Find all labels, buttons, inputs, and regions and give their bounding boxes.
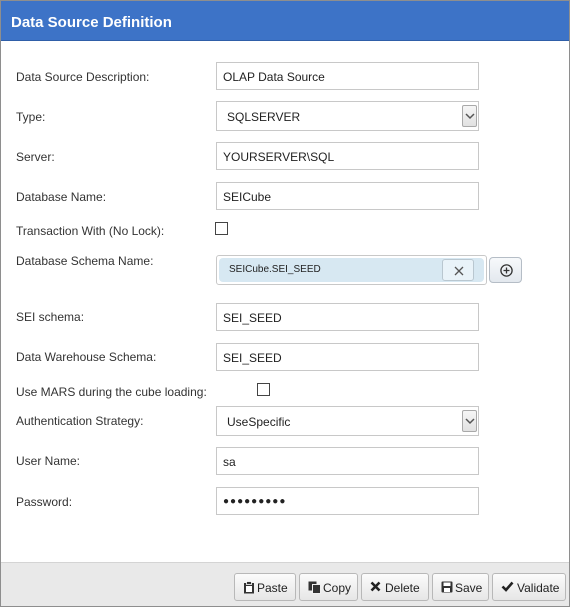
username-input[interactable]: sa xyxy=(216,447,479,475)
schema-tag-input[interactable]: SEICube.SEI_SEED xyxy=(216,255,487,285)
copy-button[interactable]: Copy xyxy=(299,573,358,601)
server-label: Server: xyxy=(16,150,55,164)
chevron-down-icon[interactable] xyxy=(462,410,477,432)
username-label: User Name: xyxy=(16,454,81,468)
server-input[interactable]: YOURSERVER\SQL xyxy=(216,142,479,170)
check-icon xyxy=(501,581,514,592)
copy-icon xyxy=(308,581,321,594)
description-input[interactable]: OLAP Data Source xyxy=(216,62,479,90)
auth-label: Authentication Strategy: xyxy=(16,414,144,428)
type-select-value: SQLSERVER xyxy=(227,110,301,124)
mars-checkbox[interactable] xyxy=(257,383,270,396)
validate-button[interactable]: Validate xyxy=(492,573,566,601)
save-label: Save xyxy=(455,581,483,595)
dialog-title: Data Source Definition xyxy=(11,14,172,31)
nolock-checkbox[interactable] xyxy=(215,222,228,235)
auth-select[interactable]: UseSpecific xyxy=(216,406,479,436)
clipboard-icon xyxy=(244,581,254,594)
mars-label: Use MARS during the cube loading: xyxy=(16,385,207,399)
schema-label: Database Schema Name: xyxy=(16,254,154,268)
title-bar: Data Source Definition xyxy=(1,1,569,41)
plus-circle-icon xyxy=(500,264,513,277)
auth-select-value: UseSpecific xyxy=(227,415,291,429)
sei-schema-label: SEI schema: xyxy=(16,310,85,324)
chevron-down-icon[interactable] xyxy=(462,105,477,127)
footer-toolbar: Paste Copy Delete Save Validate xyxy=(1,562,569,606)
password-input[interactable]: ●●●●●●●●● xyxy=(216,487,479,515)
type-label: Type: xyxy=(16,110,46,124)
copy-label: Copy xyxy=(323,581,352,595)
sei-schema-input[interactable]: SEI_SEED xyxy=(216,303,479,331)
description-label: Data Source Description: xyxy=(16,70,150,84)
paste-button[interactable]: Paste xyxy=(234,573,296,601)
paste-label: Paste xyxy=(257,581,288,595)
dw-schema-label: Data Warehouse Schema: xyxy=(16,350,157,364)
delete-button[interactable]: Delete xyxy=(361,573,429,601)
data-source-dialog: Data Source Definition Data Source Descr… xyxy=(0,0,570,607)
database-name-input[interactable]: SEICube xyxy=(216,182,479,210)
schema-tag: SEICube.SEI_SEED xyxy=(219,258,484,282)
password-label: Password: xyxy=(16,495,73,509)
validate-label: Validate xyxy=(517,581,560,595)
dw-schema-input[interactable]: SEI_SEED xyxy=(216,343,479,371)
close-icon[interactable] xyxy=(442,259,474,281)
database-name-label: Database Name: xyxy=(16,190,107,204)
delete-label: Delete xyxy=(385,581,420,595)
type-select[interactable]: SQLSERVER xyxy=(216,101,479,131)
add-schema-button[interactable] xyxy=(489,257,522,283)
x-icon xyxy=(370,581,381,592)
schema-tag-text: SEICube.SEI_SEED xyxy=(229,264,321,275)
floppy-disk-icon xyxy=(441,581,453,593)
nolock-label: Transaction With (No Lock): xyxy=(16,224,165,238)
save-button[interactable]: Save xyxy=(432,573,489,601)
